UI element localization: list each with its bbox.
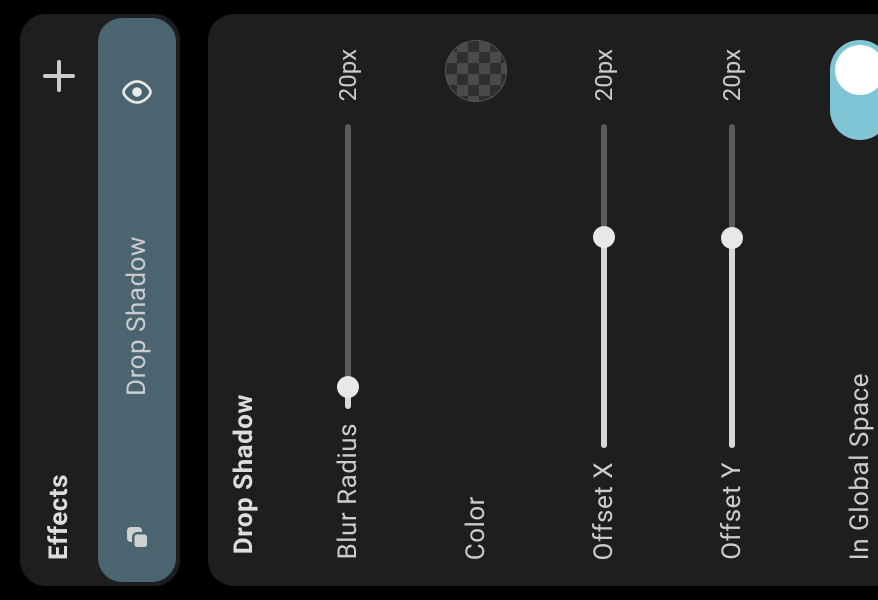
blur-radius-control: 20px Blur Radius [300,40,396,560]
eye-icon [119,74,155,110]
effect-properties-panel: Drop Shadow 20px Blur Radius Color 20px [208,14,878,586]
toggle-knob [835,45,878,95]
offset-y-control: 20px Offset Y [684,40,780,560]
visibility-toggle[interactable] [119,74,155,110]
blur-radius-value-wrap: 20px [334,40,362,110]
color-control: Color [428,40,524,560]
offset-y-slider[interactable] [684,124,780,448]
effect-item-label: Drop Shadow [122,236,152,396]
slider-thumb[interactable] [593,226,615,248]
color-swatch[interactable] [445,40,507,102]
panel-title-column: Drop Shadow [220,40,268,560]
effects-sidebar: Effects Drop Shadow [20,14,180,586]
offset-x-label: Offset X [589,462,619,560]
color-label: Color [461,496,491,560]
global-space-label: In Global Space [845,373,875,560]
blur-radius-label: Blur Radius [333,423,363,560]
offset-y-value: 20px [718,49,746,101]
effect-item-drop-shadow[interactable]: Drop Shadow [98,18,176,582]
duplicate-button[interactable] [122,522,152,552]
sidebar-title: Effects [44,474,74,560]
add-effect-button[interactable] [39,56,79,96]
blur-radius-value: 20px [334,49,362,101]
global-space-toggle[interactable] [830,40,878,140]
duplicate-icon [122,522,152,552]
blur-radius-slider[interactable] [300,124,396,409]
slider-thumb[interactable] [337,376,359,398]
slider-thumb[interactable] [721,227,743,249]
offset-x-slider[interactable] [556,124,652,448]
offset-x-control: 20px Offset X [556,40,652,560]
offset-y-label: Offset Y [717,462,747,560]
panel-title: Drop Shadow [229,394,259,554]
plus-icon [43,60,75,92]
global-space-control: In Global Space [812,40,878,560]
sidebar-fixed-column: Effects [20,18,98,582]
offset-x-value: 20px [590,49,618,101]
